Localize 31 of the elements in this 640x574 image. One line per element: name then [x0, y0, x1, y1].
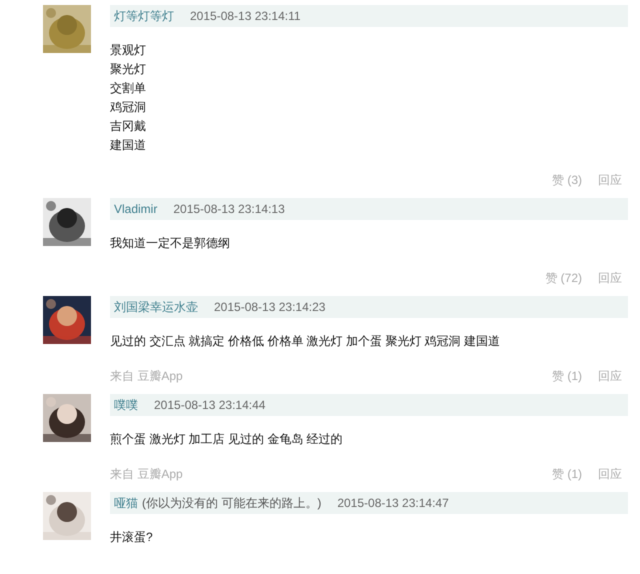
author-link[interactable]: 刘国梁幸运水壶	[114, 298, 198, 316]
comment-text: 建国道	[110, 137, 147, 154]
comment-text: 我知道一定不是郭德纲	[110, 235, 231, 252]
like-link[interactable]: 赞 (72)	[545, 270, 582, 286]
comment-time: 2015-08-13 23:14:11	[190, 9, 301, 23]
comment-time: 2015-08-13 23:14:44	[154, 398, 266, 412]
comment-text: 煎个蛋 激光灯 加工店 见过的 金龟岛 经过的	[110, 431, 344, 448]
like-link[interactable]: 赞 (3)	[552, 172, 582, 188]
reply-link[interactable]: 回应	[598, 368, 622, 384]
reply-link[interactable]: 回应	[598, 270, 622, 286]
comment-text: 吉冈戴	[110, 118, 147, 135]
author-link[interactable]: 噗噗	[114, 396, 138, 414]
reply-link[interactable]: 回应	[598, 172, 622, 188]
reply-link[interactable]: 回应	[598, 466, 622, 482]
author-link[interactable]: 灯等灯等灯	[114, 8, 174, 24]
author-signature: (你以为没有的 可能在来的路上。)	[142, 494, 322, 512]
source-label: 来自 豆瓣App	[110, 466, 183, 482]
comment-text: 井滚蛋?	[110, 529, 154, 546]
author-link[interactable]: 哑猫	[114, 494, 138, 512]
comment-time: 2015-08-13 23:14:13	[173, 202, 285, 216]
comment-text: 见过的 交汇点 就搞定 价格低 价格单 激光灯 加个蛋 聚光灯 鸡冠洞 建国道	[110, 333, 502, 350]
comment-text: 聚光灯	[110, 61, 147, 78]
like-link[interactable]: 赞 (1)	[552, 466, 582, 482]
comment-text: 景观灯	[110, 42, 147, 59]
source-label: 来自 豆瓣App	[110, 368, 183, 384]
comment-time: 2015-08-13 23:14:23	[214, 300, 326, 314]
comment-text: 鸡冠洞	[110, 99, 147, 116]
author-link[interactable]: Vladimir	[114, 202, 158, 216]
like-link[interactable]: 赞 (1)	[552, 368, 582, 384]
comment-time: 2015-08-13 23:14:47	[337, 496, 449, 510]
comment-text: 交割单	[110, 80, 147, 97]
